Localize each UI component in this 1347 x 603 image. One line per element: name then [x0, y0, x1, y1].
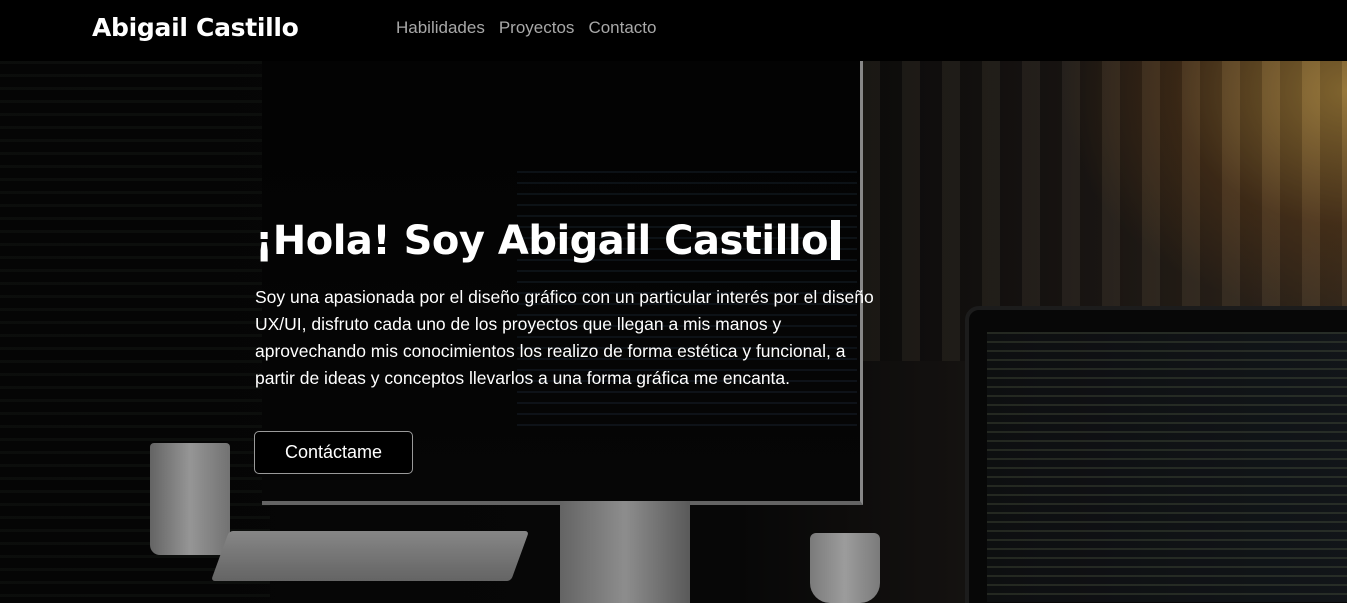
hero-title-text: ¡Hola! Soy Abigail Castillo — [255, 218, 829, 264]
portfolio-page: Abigail Castillo Habilidades Proyectos C… — [0, 0, 1347, 603]
nav-link-contacto[interactable]: Contacto — [588, 18, 656, 38]
nav-link-proyectos[interactable]: Proyectos — [499, 18, 575, 38]
brand-logo[interactable]: Abigail Castillo — [92, 13, 299, 42]
typing-cursor-icon — [831, 220, 841, 260]
hero-description: Soy una apasionada por el diseño gráfico… — [255, 287, 874, 388]
hero-title: ¡Hola! Soy Abigail Castillo — [255, 218, 841, 264]
nav-link-habilidades[interactable]: Habilidades — [396, 18, 485, 38]
navbar: Abigail Castillo Habilidades Proyectos C… — [0, 0, 1347, 61]
contact-button[interactable]: Contáctame — [254, 431, 413, 474]
nav-links: Habilidades Proyectos Contacto — [396, 18, 656, 38]
